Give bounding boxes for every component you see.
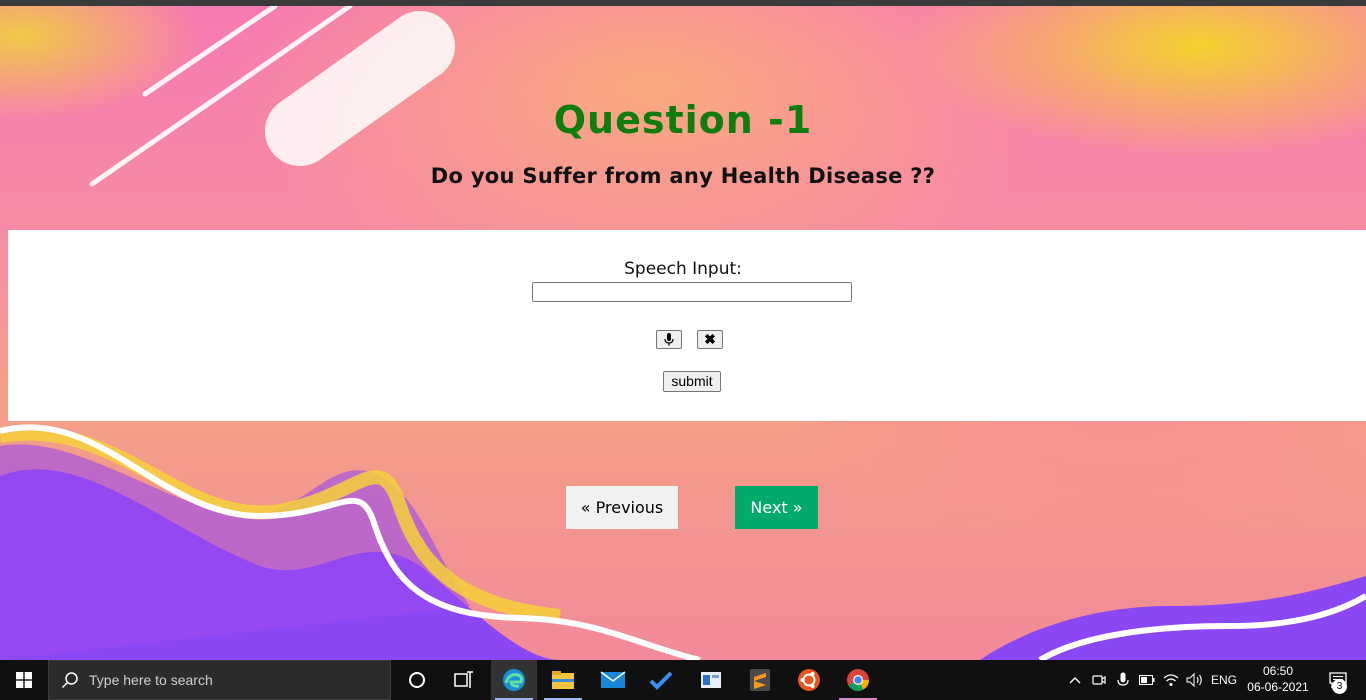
cortana-button[interactable] — [394, 660, 440, 700]
app-window-icon — [701, 672, 721, 688]
windows-logo-icon — [16, 672, 32, 688]
tray-microphone[interactable] — [1112, 660, 1134, 700]
speech-input[interactable] — [532, 282, 852, 302]
clock-date: 06-06-2021 — [1247, 680, 1309, 694]
chevron-up-icon — [1069, 677, 1081, 684]
submit-button[interactable]: submit — [663, 371, 721, 392]
speech-input-label: Speech Input: — [624, 259, 742, 279]
windows-taskbar: Type here to search ENG 06:50 06-06-2021 — [0, 660, 1366, 700]
volume-icon — [1186, 673, 1202, 687]
tray-volume[interactable] — [1184, 660, 1206, 700]
next-button[interactable]: Next » — [735, 486, 818, 529]
chrome-icon — [847, 669, 869, 691]
taskbar-file-explorer[interactable] — [540, 660, 586, 700]
mail-icon — [600, 671, 626, 688]
microphone-button[interactable] — [656, 330, 682, 349]
taskbar-ubuntu[interactable] — [786, 660, 832, 700]
taskbar-mail[interactable] — [590, 660, 636, 700]
camera-icon — [1092, 675, 1106, 685]
todo-icon — [649, 671, 673, 690]
question-text: Do you Suffer from any Health Disease ?? — [430, 164, 936, 188]
cortana-icon — [409, 672, 425, 688]
ubuntu-icon — [798, 669, 820, 691]
wifi-icon — [1163, 674, 1179, 686]
show-hidden-icons-button[interactable] — [1064, 660, 1086, 700]
question-title: Question -1 — [553, 98, 813, 142]
microphone-tray-icon — [1117, 672, 1129, 686]
edge-icon — [503, 669, 525, 691]
task-view-button[interactable] — [441, 660, 487, 700]
previous-button[interactable]: « Previous — [566, 486, 678, 529]
task-view-icon — [454, 671, 473, 688]
tray-wifi[interactable] — [1160, 660, 1182, 700]
taskbar-search-box[interactable]: Type here to search — [48, 660, 391, 700]
clock-time: 06:50 — [1262, 664, 1294, 678]
sublime-text-icon — [750, 669, 770, 691]
microphone-icon — [664, 333, 674, 346]
taskbar-todo[interactable] — [638, 660, 684, 700]
taskbar-sublime-text[interactable] — [737, 660, 783, 700]
battery-icon — [1139, 675, 1155, 685]
search-placeholder: Type here to search — [89, 672, 213, 688]
tray-battery[interactable] — [1136, 660, 1158, 700]
file-explorer-icon — [552, 671, 574, 689]
taskbar-chrome[interactable] — [835, 660, 881, 700]
search-icon — [61, 671, 79, 689]
tray-meet-now[interactable] — [1088, 660, 1110, 700]
taskbar-edge[interactable] — [491, 660, 537, 700]
tray-language[interactable]: ENG — [1208, 660, 1240, 700]
taskbar-clock[interactable]: 06:50 06-06-2021 — [1240, 663, 1316, 695]
notification-count-badge: 3 — [1332, 679, 1347, 694]
clear-button[interactable]: ✖ — [697, 330, 723, 349]
start-button[interactable] — [0, 660, 48, 700]
close-icon: ✖ — [704, 331, 716, 347]
taskbar-app-window[interactable] — [688, 660, 734, 700]
